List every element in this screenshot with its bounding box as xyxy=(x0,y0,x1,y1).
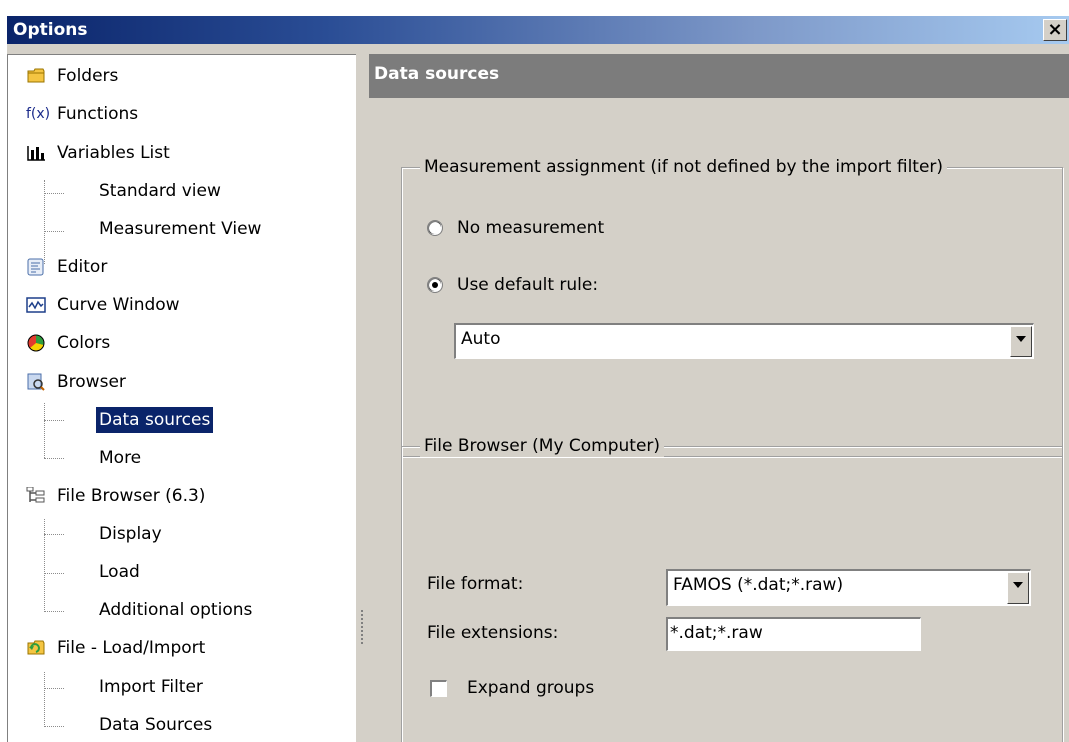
tree-connector xyxy=(44,611,64,612)
splitter-grip-icon[interactable] xyxy=(361,610,363,646)
curve-window-icon xyxy=(26,296,46,314)
default-rule-select[interactable]: Auto xyxy=(454,323,1034,359)
panel-title: Data sources xyxy=(374,64,500,84)
title-bar: Options × xyxy=(7,16,1069,44)
tree-connector xyxy=(44,688,64,689)
settings-panel: Data sources Measurement assignment (if … xyxy=(369,54,1069,742)
tree-connector xyxy=(44,193,64,194)
file-browser-legend: File Browser (My Computer) xyxy=(420,435,665,457)
tree-connector xyxy=(44,519,45,612)
chevron-down-icon[interactable] xyxy=(1007,572,1029,604)
tree-connector xyxy=(44,726,64,727)
no-measurement-label[interactable]: No measurement xyxy=(457,218,604,238)
expand-groups-checkbox[interactable] xyxy=(430,680,447,697)
tree-connector xyxy=(44,420,64,421)
file-extensions-field[interactable] xyxy=(666,617,921,651)
browser-icon xyxy=(26,373,46,391)
file-extensions-label: File extensions: xyxy=(427,623,559,643)
file-extensions-input[interactable] xyxy=(670,621,916,645)
window-title: Options xyxy=(13,20,88,40)
file-format-label: File format: xyxy=(427,574,524,594)
use-default-rule-label[interactable]: Use default rule: xyxy=(457,275,598,295)
options-tree[interactable]: Folders f(x) Functions Variables List St… xyxy=(7,54,356,742)
use-default-rule-radio[interactable] xyxy=(427,277,443,293)
expand-groups-label[interactable]: Expand groups xyxy=(467,678,594,698)
panel-splitter[interactable] xyxy=(356,54,369,742)
tree-connector xyxy=(44,231,64,232)
panel-header: Data sources xyxy=(369,54,1069,98)
variables-list-icon xyxy=(26,144,46,162)
colors-icon xyxy=(26,334,46,352)
folder-icon xyxy=(26,67,46,85)
close-icon: × xyxy=(1047,19,1063,40)
tree-connector xyxy=(44,573,64,574)
file-load-import-icon xyxy=(26,639,46,657)
tree-connector xyxy=(44,672,45,727)
tree-connector xyxy=(44,534,64,535)
file-format-select[interactable]: FAMOS (*.dat;*.raw) xyxy=(666,569,1031,606)
no-measurement-radio[interactable] xyxy=(427,220,443,236)
chevron-down-icon[interactable] xyxy=(1010,326,1032,357)
file-browser-icon xyxy=(26,486,46,505)
editor-icon xyxy=(26,258,46,276)
default-rule-value: Auto xyxy=(461,329,501,349)
close-button[interactable]: × xyxy=(1043,19,1067,41)
tree-connector xyxy=(44,403,45,458)
measurement-assignment-legend: Measurement assignment (if not defined b… xyxy=(420,156,948,178)
file-browser-group: File Browser (My Computer) File format: … xyxy=(401,435,1063,742)
measurement-assignment-group: Measurement assignment (if not defined b… xyxy=(401,156,1063,457)
tree-connector xyxy=(44,458,64,459)
file-format-value: FAMOS (*.dat;*.raw) xyxy=(673,575,844,595)
fx-icon: f(x) xyxy=(26,106,51,122)
